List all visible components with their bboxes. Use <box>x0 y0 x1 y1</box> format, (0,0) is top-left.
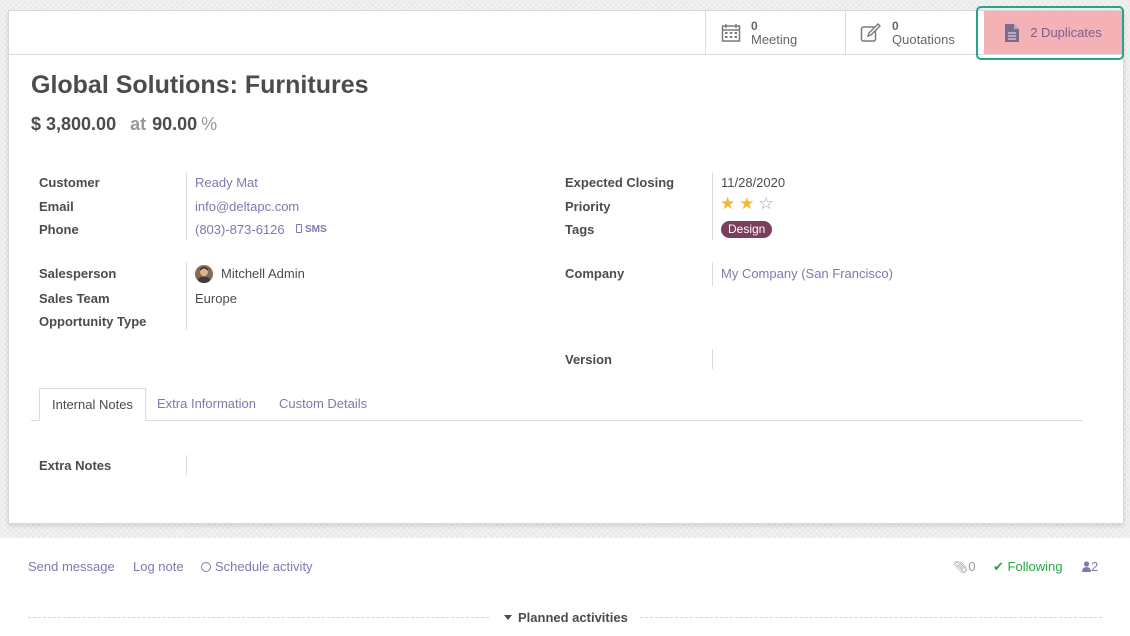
calendar-icon <box>721 23 741 42</box>
quotations-count: 0 <box>892 18 899 33</box>
version-label: Version <box>565 352 612 367</box>
star-icon[interactable]: ☆ <box>759 195 774 212</box>
divider-left <box>28 617 489 618</box>
phone-label: Phone <box>39 222 79 237</box>
followers-count: 2 <box>1091 559 1099 574</box>
notebook-tabs: Internal Notes Extra Information Custom … <box>31 388 1083 421</box>
planned-activities-label: Planned activities <box>518 610 628 625</box>
tab-internal-notes[interactable]: Internal Notes <box>39 388 146 421</box>
amount-row: $ 3,800.00 at 90.00% <box>31 114 217 135</box>
check-icon: ✔ <box>993 559 1004 574</box>
tag-badge[interactable]: Design <box>721 221 773 238</box>
extra-notes-label: Extra Notes <box>39 458 112 473</box>
meeting-button[interactable]: 0 Meeting <box>705 11 845 54</box>
customer-label: Customer <box>39 175 100 190</box>
field-divider <box>186 262 187 330</box>
edit-icon <box>860 22 881 42</box>
attachments-button[interactable]: 📎︎0 <box>953 559 975 574</box>
star-icon[interactable]: ★ <box>720 195 735 212</box>
send-message-button[interactable]: Send message <box>28 559 115 574</box>
schedule-activity-button[interactable]: Schedule activity <box>201 559 313 574</box>
expected-closing-value[interactable]: 11/28/2020 <box>721 175 785 190</box>
sales-team-label: Sales Team <box>39 291 110 306</box>
field-divider <box>186 172 187 240</box>
user-icon <box>1082 560 1091 575</box>
email-value[interactable]: info@deltapc.com <box>195 199 299 214</box>
caret-down-icon <box>504 615 512 620</box>
meeting-label: Meeting <box>751 31 798 47</box>
percent-sign: % <box>201 114 218 134</box>
star-icon[interactable]: ★ <box>739 195 754 212</box>
planned-activities-toggle[interactable]: Planned activities <box>494 610 628 625</box>
opportunity-type-label: Opportunity Type <box>39 314 147 329</box>
following-label: Following <box>1007 559 1063 574</box>
salesperson-value[interactable]: Mitchell Admin <box>221 266 305 281</box>
quotations-button[interactable]: 0 Quotations <box>845 11 977 54</box>
duplicates-button[interactable]: 2 Duplicates <box>984 11 1122 54</box>
schedule-activity-label: Schedule activity <box>215 559 313 574</box>
sales-team-value[interactable]: Europe <box>195 291 237 306</box>
expected-closing-label: Expected Closing <box>565 175 675 190</box>
quotations-label: Quotations <box>892 31 955 47</box>
sms-label: SMS <box>305 224 327 235</box>
log-note-button[interactable]: Log note <box>133 559 184 574</box>
tab-custom-details[interactable]: Custom Details <box>279 388 367 420</box>
duplicates-label: 2 Duplicates <box>1030 25 1102 40</box>
company-value[interactable]: My Company (San Francisco) <box>721 266 893 281</box>
following-button[interactable]: ✔ Following <box>993 559 1062 575</box>
at-label: at <box>130 114 147 134</box>
mobile-icon <box>296 224 302 233</box>
sms-button[interactable]: SMS <box>296 224 327 235</box>
attachments-count: 0 <box>968 559 976 574</box>
priority-widget[interactable]: ★ ★ ☆ <box>720 195 774 212</box>
email-label: Email <box>39 199 74 214</box>
probability-value[interactable]: 90.00 <box>152 114 197 134</box>
field-divider <box>712 349 713 369</box>
tags-label: Tags <box>565 222 595 237</box>
paperclip-icon: 📎︎ <box>953 560 969 574</box>
divider-right <box>640 617 1102 618</box>
button-box: 0 Meeting 0 Quotations 2 Duplicates <box>9 6 1124 60</box>
avatar <box>195 265 213 283</box>
salesperson-label: Salesperson <box>39 266 117 281</box>
customer-value[interactable]: Ready Mat <box>195 175 258 190</box>
expected-revenue[interactable]: $ 3,800.00 <box>31 114 116 134</box>
phone-value[interactable]: (803)-873-6126 <box>195 222 285 237</box>
priority-label: Priority <box>565 199 611 214</box>
field-divider <box>712 262 713 286</box>
page-title: Global Solutions: Furnitures <box>31 71 369 99</box>
tab-extra-information[interactable]: Extra Information <box>157 388 256 420</box>
field-divider <box>186 455 187 475</box>
duplicates-highlight: 2 Duplicates <box>976 6 1124 60</box>
clock-icon <box>201 562 211 572</box>
field-divider <box>712 172 713 240</box>
meeting-count: 0 <box>751 18 758 33</box>
company-label: Company <box>565 266 625 281</box>
followers-button[interactable]: 2 <box>1082 559 1098 575</box>
file-icon <box>1005 23 1020 42</box>
